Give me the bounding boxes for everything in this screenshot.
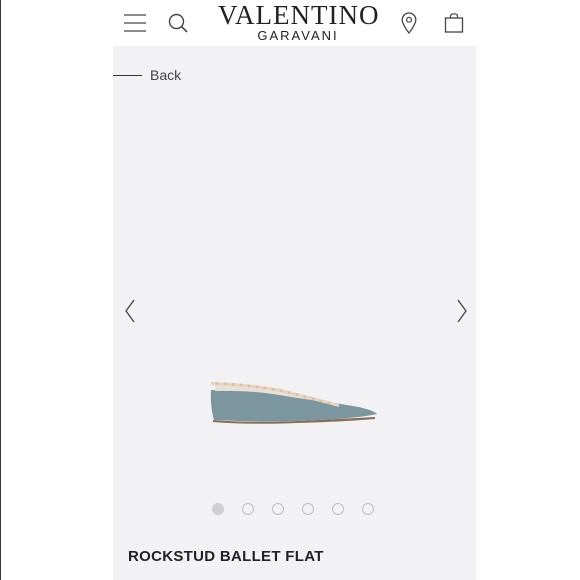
pagination-dot-5[interactable] <box>332 503 344 515</box>
brand-logo[interactable]: VALENTINO GARAVANI <box>218 1 378 43</box>
chevron-right-icon[interactable] <box>455 298 469 324</box>
chevron-left-icon[interactable] <box>123 298 137 324</box>
brand-subname: GARAVANI <box>257 28 339 43</box>
app-screen: VALENTINO GARAVANI Back ROCKSTUD BALLET … <box>113 0 476 580</box>
back-label: Back <box>150 67 182 83</box>
product-title: ROCKSTUD BALLET FLAT <box>128 548 324 565</box>
header: VALENTINO GARAVANI <box>113 0 476 46</box>
search-icon[interactable] <box>168 13 188 33</box>
store-locator-icon[interactable] <box>401 12 417 34</box>
pagination-dot-3[interactable] <box>272 503 284 515</box>
pagination-dot-4[interactable] <box>302 503 314 515</box>
shopping-bag-icon[interactable] <box>444 13 464 33</box>
menu-icon[interactable] <box>124 14 146 32</box>
pagination-dot-2[interactable] <box>242 503 254 515</box>
pagination-dot-6[interactable] <box>362 503 374 515</box>
product-image <box>210 382 377 424</box>
pagination-dot-1[interactable] <box>212 503 224 515</box>
left-edge-rule <box>0 0 1 580</box>
image-pagination <box>212 503 378 517</box>
brand-name: VALENTINO <box>218 0 380 30</box>
back-line <box>113 75 142 76</box>
